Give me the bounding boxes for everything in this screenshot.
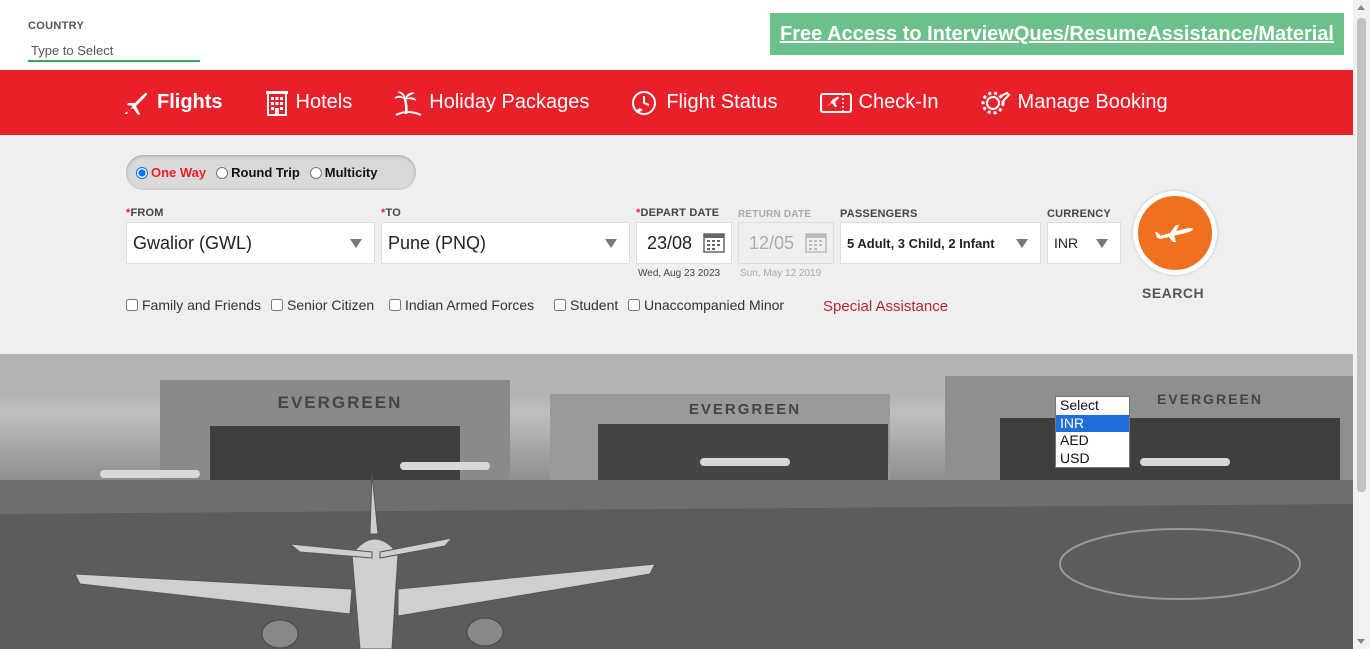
search-label: SEARCH [1142, 285, 1205, 301]
chevron-down-icon [1096, 239, 1108, 248]
nav-flights[interactable]: Flights [122, 90, 223, 116]
checkbox-senior-citizen[interactable]: Senior Citizen [271, 297, 374, 313]
country-label: COUNTRY [28, 20, 85, 32]
to-select[interactable]: Pune (PNQ) [381, 222, 630, 264]
scroll-up-arrow-icon[interactable] [1357, 5, 1365, 10]
nav-flight-status[interactable]: Flight Status [631, 90, 778, 116]
multicity-radio[interactable] [309, 166, 322, 179]
country-selector: COUNTRY [28, 20, 200, 62]
nav-holiday-label: Holiday Packages [429, 91, 590, 113]
airplane-icon [1155, 225, 1193, 242]
return-date-value: 12/05 [749, 232, 795, 253]
multicity-label: Multicity [324, 165, 378, 180]
trip-type-selector: One Way Round Trip Multicity [126, 155, 416, 190]
airport-hangar-illustration: EVERGREEN EVERGREEN EVERGREEN [0, 354, 1353, 649]
currency-option-aed[interactable]: AED [1056, 432, 1129, 450]
passengers-value: 5 Adult, 3 Child, 2 Infant [847, 235, 995, 251]
hangar-sign-3: EVERGREEN [1157, 391, 1263, 407]
country-input[interactable] [28, 40, 200, 62]
checkbox-student[interactable]: Student [554, 297, 618, 313]
checkbox-armed-forces[interactable]: Indian Armed Forces [389, 297, 534, 313]
flight-status-clock-icon [632, 90, 657, 115]
to-value: Pune (PNQ) [388, 232, 487, 253]
promo-link[interactable]: Free Access to InterviewQues/ResumeAssis… [780, 23, 1334, 46]
from-label: *FROM [126, 207, 164, 219]
airplane-icon [125, 92, 148, 115]
boarding-pass-icon [819, 92, 852, 113]
currency-dropdown-list: Select INR AED USD [1055, 396, 1130, 468]
page-scrollbar[interactable] [1353, 0, 1370, 649]
gear-icon [981, 91, 1010, 114]
currency-select[interactable]: INR [1047, 222, 1121, 264]
nav-holiday-packages[interactable]: Holiday Packages [394, 90, 589, 116]
nav-hotels[interactable]: Hotels [265, 90, 353, 116]
from-value: Gwalior (GWL) [133, 232, 253, 253]
nav-manage-label: Manage Booking [1017, 91, 1168, 113]
checkbox-unaccompanied-minor[interactable]: Unaccompanied Minor [628, 297, 784, 313]
trip-multicity[interactable]: Multicity [309, 165, 378, 180]
nav-manage-booking[interactable]: Manage Booking [981, 90, 1168, 116]
currency-option-select[interactable]: Select [1056, 397, 1129, 415]
depart-date-full: Wed, Aug 23 2023 [638, 268, 721, 279]
nav-flights-label: Flights [157, 91, 223, 113]
nav-checkin-label: Check-In [858, 91, 939, 113]
currency-label: CURRENCY [1047, 208, 1111, 220]
scroll-down-arrow-icon[interactable] [1357, 639, 1365, 644]
trip-round-trip[interactable]: Round Trip [216, 165, 300, 180]
currency-option-usd[interactable]: USD [1056, 450, 1129, 468]
chevron-down-icon [350, 239, 362, 248]
one-way-label: One Way [151, 165, 207, 180]
depart-date-value: 23/08 [647, 232, 693, 253]
chevron-down-icon [605, 239, 617, 248]
search-panel: One Way Round Trip Multicity *FROM Gwali… [0, 135, 1353, 354]
passengers-select[interactable]: 5 Adult, 3 Child, 2 Infant [840, 222, 1041, 264]
trip-one-way[interactable]: One Way [136, 165, 206, 180]
promo-banner: Free Access to InterviewQues/ResumeAssis… [770, 13, 1344, 55]
return-date-field[interactable]: 12/05 [738, 222, 834, 264]
nav-hotels-label: Hotels [295, 91, 353, 113]
depart-date-label: *DEPART DATE [636, 207, 720, 219]
passengers-label: PASSENGERS [840, 208, 918, 220]
return-date-label: RETURN DATE [738, 209, 812, 220]
special-assistance-link[interactable]: Special Assistance [823, 298, 948, 315]
one-way-radio[interactable] [136, 166, 148, 179]
hotel-building-icon [265, 90, 288, 116]
currency-value: INR [1054, 235, 1079, 251]
to-label: *TO [381, 207, 401, 219]
currency-option-inr[interactable]: INR [1056, 414, 1129, 432]
main-nav: Flights Hotels Holiday Packages Flight S… [0, 70, 1353, 135]
depart-date-field[interactable]: 23/08 [636, 222, 732, 264]
hangar-sign-1: EVERGREEN [278, 393, 403, 412]
round-trip-label: Round Trip [231, 165, 300, 180]
hero-image: EVERGREEN EVERGREEN EVERGREEN [0, 354, 1353, 649]
nav-status-label: Flight Status [666, 91, 778, 113]
calendar-icon[interactable] [805, 231, 827, 253]
page: COUNTRY Free Access to InterviewQues/Res… [0, 0, 1370, 649]
calendar-icon[interactable] [703, 231, 725, 253]
palm-tree-icon [394, 91, 422, 116]
scrollbar-thumb[interactable] [1357, 18, 1366, 492]
return-date-full: Sun, May 12 2019 [740, 268, 822, 279]
nav-check-in[interactable]: Check-In [819, 90, 939, 116]
from-select[interactable]: Gwalior (GWL) [126, 222, 375, 264]
checkbox-family-friends[interactable]: Family and Friends [126, 297, 261, 313]
round-trip-radio[interactable] [216, 166, 229, 179]
chevron-down-icon [1016, 239, 1028, 248]
search-button[interactable] [1133, 191, 1217, 275]
hangar-sign-2: EVERGREEN [689, 401, 801, 418]
